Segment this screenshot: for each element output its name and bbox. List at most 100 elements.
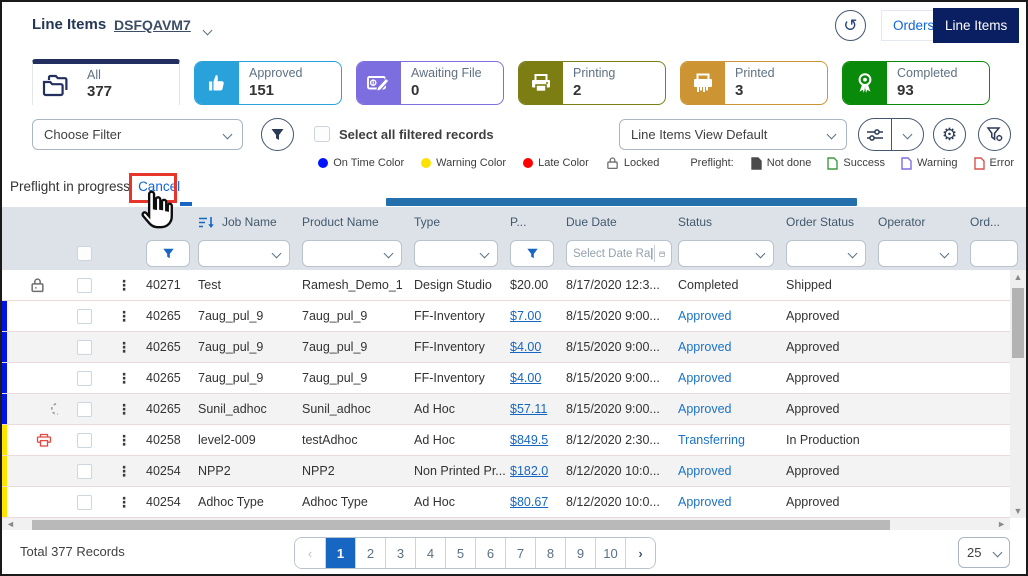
column-header-due-date[interactable]: Due Date (562, 215, 674, 229)
row-menu-button[interactable]: ⋮ (117, 402, 131, 417)
row-status[interactable]: Transferring (678, 433, 745, 447)
vertical-scroll-thumb[interactable] (1012, 288, 1024, 358)
table-row[interactable]: ⋮ 40254 Adhoc Type Adhoc Type Ad Hoc $80… (2, 487, 1010, 518)
column-header-order[interactable]: Ord... (966, 215, 1026, 229)
table-row[interactable]: ⋮ 40265 Sunil_adhoc Sunil_adhoc Ad Hoc $… (2, 394, 1010, 425)
row-checkbox[interactable] (77, 340, 92, 355)
row-status[interactable]: Approved (678, 371, 732, 385)
job-filter-button[interactable] (146, 240, 190, 267)
view-options-dropdown[interactable] (892, 119, 924, 150)
header-checkbox[interactable] (77, 246, 92, 261)
pagination-page-5[interactable]: 5 (445, 538, 475, 568)
settings-button[interactable]: ⚙ (933, 118, 966, 151)
sliders-button[interactable] (859, 119, 892, 150)
operator-filter-select[interactable] (878, 240, 958, 267)
job-name-filter-select[interactable] (198, 240, 290, 267)
filter-settings-button[interactable] (978, 118, 1011, 151)
row-checkbox[interactable] (77, 433, 92, 448)
row-checkbox[interactable] (77, 464, 92, 479)
status-tab-printed[interactable]: Printed 3 (680, 61, 828, 105)
pagination-page-10[interactable]: 10 (595, 538, 625, 568)
status-tab-completed[interactable]: Completed 93 (842, 61, 990, 105)
row-status[interactable]: Approved (678, 464, 732, 478)
sort-icon[interactable] (198, 216, 215, 229)
column-header-status[interactable]: Status (674, 215, 782, 229)
choose-filter-select[interactable]: Choose Filter (32, 119, 243, 150)
scroll-left-arrow[interactable]: ◄ (6, 519, 15, 529)
table-row[interactable]: ⋮ 40271 Test Ramesh_Demo_1 Design Studio… (2, 270, 1010, 301)
due-date-filter-input[interactable]: Select Date Ra| (566, 240, 672, 267)
pagination-page-9[interactable]: 9 (565, 538, 595, 568)
scroll-down-arrow[interactable]: ▼ (1010, 506, 1026, 516)
status-tab-all[interactable]: All 377 (32, 59, 180, 105)
row-order-status: Approved (782, 340, 874, 354)
table-row[interactable]: ⋮ 40265 7aug_pul_9 7aug_pul_9 FF-Invento… (2, 332, 1010, 363)
row-status[interactable]: Approved (678, 340, 732, 354)
scroll-up-arrow[interactable]: ▲ (1010, 272, 1026, 282)
row-price[interactable]: $7.00 (510, 309, 541, 323)
column-header-operator[interactable]: Operator (874, 215, 966, 229)
pagination-page-8[interactable]: 8 (535, 538, 565, 568)
row-menu-button[interactable]: ⋮ (117, 495, 131, 510)
row-checkbox[interactable] (77, 495, 92, 510)
table-row[interactable]: ⋮ 40265 7aug_pul_9 7aug_pul_9 FF-Invento… (2, 363, 1010, 394)
row-checkbox[interactable] (77, 278, 92, 293)
row-menu-button[interactable]: ⋮ (117, 309, 131, 324)
account-link[interactable]: DSFQAVM7 (114, 17, 191, 33)
column-header-product-name[interactable]: Product Name (298, 215, 410, 229)
pagination-page-1[interactable]: 1 (325, 538, 355, 568)
horizontal-scroll-thumb[interactable] (32, 520, 890, 530)
filter-button[interactable] (261, 118, 294, 151)
row-price[interactable]: $4.00 (510, 340, 541, 354)
row-status[interactable]: Approved (678, 309, 732, 323)
row-price[interactable]: $4.00 (510, 371, 541, 385)
status-tab-awaiting-file[interactable]: Awaiting File 0 (356, 61, 504, 105)
row-price[interactable]: $80.67 (510, 495, 548, 509)
chevron-down-icon (480, 249, 490, 259)
view-select[interactable]: Line Items View Default (619, 119, 847, 150)
pagination-page-7[interactable]: 7 (505, 538, 535, 568)
refresh-button[interactable]: ↺ (835, 10, 866, 41)
row-menu-button[interactable]: ⋮ (117, 371, 131, 386)
page-size-select[interactable]: 25 (958, 537, 1010, 568)
column-header-order-status[interactable]: Order Status (782, 215, 874, 229)
row-checkbox[interactable] (77, 309, 92, 324)
row-price[interactable]: $182.0 (510, 464, 548, 478)
product-name-filter-select[interactable] (302, 240, 402, 267)
pagination-page-2[interactable]: 2 (355, 538, 385, 568)
pagination-page-3[interactable]: 3 (385, 538, 415, 568)
row-price[interactable]: $57.11 (510, 402, 547, 416)
row-menu-button[interactable]: ⋮ (117, 464, 131, 479)
pagination-page-6[interactable]: 6 (475, 538, 505, 568)
column-header-price[interactable]: P... (506, 215, 562, 229)
vertical-scrollbar[interactable]: ▲ ▼ (1010, 270, 1026, 518)
status-tab-approved[interactable]: Approved 151 (194, 61, 342, 105)
table-row[interactable]: ⋮ 40258 level2-009 testAdhoc Ad Hoc $849… (2, 425, 1010, 456)
status-tab-printing[interactable]: Printing 2 (518, 61, 666, 105)
row-price[interactable]: $849.5 (510, 433, 548, 447)
pagination-prev-button[interactable]: ‹ (295, 538, 325, 568)
pagination-next-button[interactable]: › (625, 538, 655, 568)
row-checkbox[interactable] (77, 371, 92, 386)
order-filter-select[interactable] (970, 240, 1018, 267)
column-header-job-name[interactable]: Job Name (222, 215, 277, 229)
row-menu-button[interactable]: ⋮ (117, 278, 131, 293)
cancel-preflight-link[interactable]: Cancel (138, 179, 180, 194)
row-status[interactable]: Approved (678, 402, 732, 416)
row-menu-button[interactable]: ⋮ (117, 340, 131, 355)
line-items-toggle-button[interactable]: Line Items (933, 8, 1019, 43)
row-menu-button[interactable]: ⋮ (117, 433, 131, 448)
price-filter-button[interactable] (510, 240, 554, 267)
order-status-filter-select[interactable] (786, 240, 866, 267)
table-row[interactable]: ⋮ 40254 NPP2 NPP2 Non Printed Pr... $182… (2, 456, 1010, 487)
select-all-checkbox[interactable] (314, 126, 330, 142)
pagination-page-4[interactable]: 4 (415, 538, 445, 568)
status-filter-select[interactable] (678, 240, 774, 267)
scroll-right-arrow[interactable]: ► (997, 519, 1006, 529)
row-checkbox[interactable] (77, 402, 92, 417)
chevron-down-icon[interactable] (204, 21, 211, 39)
column-header-type[interactable]: Type (410, 215, 506, 229)
table-row[interactable]: ⋮ 40265 7aug_pul_9 7aug_pul_9 FF-Invento… (2, 301, 1010, 332)
type-filter-select[interactable] (414, 240, 498, 267)
row-status[interactable]: Approved (678, 495, 732, 509)
